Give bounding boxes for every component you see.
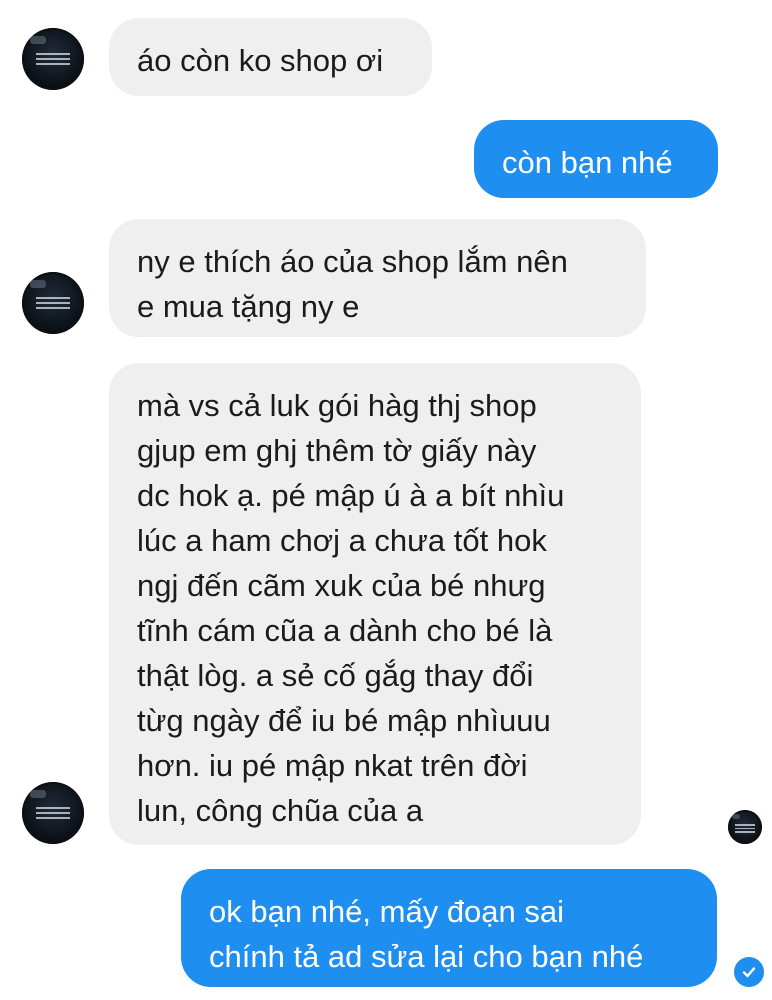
- message-bubble-incoming[interactable]: mà vs cả luk gói hàg thj shop gjup em gh…: [109, 363, 641, 845]
- avatar-image-detail: [30, 790, 46, 798]
- check-mark-icon: [742, 967, 756, 978]
- customer-avatar[interactable]: [22, 782, 84, 844]
- customer-avatar[interactable]: [22, 272, 84, 334]
- customer-avatar[interactable]: [22, 28, 84, 90]
- message-text: mà vs cả luk gói hàg thj shop gjup em gh…: [137, 388, 565, 828]
- avatar-image-lines: [735, 822, 755, 835]
- check-circle-icon: [734, 957, 764, 987]
- message-bubble-outgoing[interactable]: còn bạn nhé: [474, 120, 718, 198]
- message-text: còn bạn nhé: [502, 145, 673, 180]
- avatar-image-lines: [36, 294, 70, 312]
- avatar-image-lines: [36, 50, 70, 68]
- seen-avatar: [728, 810, 762, 844]
- avatar-image-detail: [30, 280, 46, 288]
- message-text: ny e thích áo của shop lắm nên e mua tặn…: [137, 244, 568, 324]
- message-bubble-incoming[interactable]: ny e thích áo của shop lắm nên e mua tặn…: [109, 219, 646, 337]
- chat-thread: áo còn ko shop ơi còn bạn nhé ny e thích…: [0, 0, 772, 1000]
- avatar-image-lines: [36, 804, 70, 822]
- message-text: ok bạn nhé, mấy đoạn sai chính tả ad sửa…: [209, 894, 644, 974]
- message-text: áo còn ko shop ơi: [137, 43, 384, 78]
- avatar-image-detail: [732, 814, 740, 819]
- message-bubble-outgoing[interactable]: ok bạn nhé, mấy đoạn sai chính tả ad sửa…: [181, 869, 717, 987]
- avatar-image-detail: [30, 36, 46, 44]
- message-bubble-incoming[interactable]: áo còn ko shop ơi: [109, 18, 432, 96]
